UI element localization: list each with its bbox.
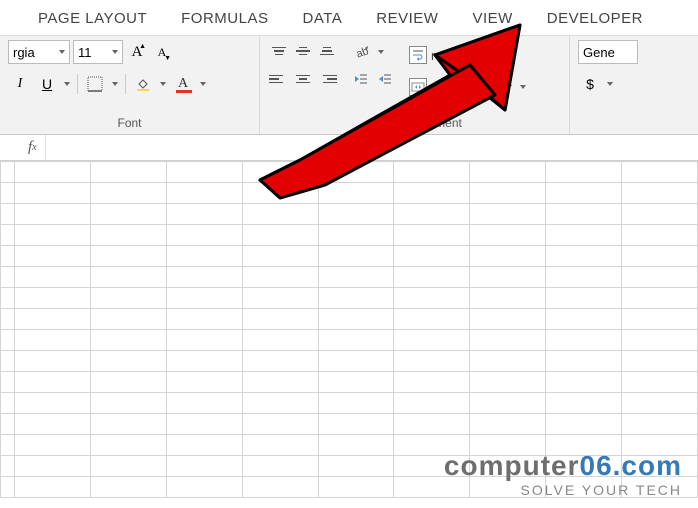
orientation-button[interactable]: ab [350,40,374,64]
indent-left-icon [353,71,369,87]
decrease-indent-button[interactable] [350,68,372,90]
decrease-font-button[interactable]: A ▼ [151,40,173,64]
fill-color-dropdown[interactable] [158,82,168,86]
wrap-text-icon [409,46,427,64]
wrap-text-button[interactable]: rap Text [404,40,531,70]
tab-view[interactable]: VIEW [472,10,512,27]
align-left-button[interactable] [268,68,290,90]
align-top-button[interactable] [268,40,290,62]
color-swatch [176,90,192,93]
orientation-icon: ab [354,44,370,60]
font-size-value: 11 [78,45,92,60]
align-middle-button[interactable] [292,40,314,62]
currency-button[interactable]: $ [578,72,602,96]
chevron-down-icon [59,50,65,54]
tab-formulas[interactable]: FORMULAS [181,10,268,27]
formula-input[interactable] [46,140,698,155]
align-bottom-button[interactable] [316,40,338,62]
wrap-text-label: rap Text [431,48,477,63]
group-label-alignment: Ament [268,116,561,132]
fill-color-button[interactable] [131,72,155,96]
merge-center-button[interactable]: erge & Center [404,72,531,102]
merge-center-label: erge & Center [431,80,512,95]
number-format-value: Gene [583,45,615,60]
italic-button[interactable]: I [8,72,32,96]
font-name-value: rgia [13,45,35,60]
watermark-brand-a: computer [444,450,580,481]
currency-dropdown[interactable] [605,82,615,86]
align-center-button[interactable] [292,68,314,90]
tab-data[interactable]: DATA [302,10,342,27]
tab-review[interactable]: REVIEW [376,10,438,27]
borders-button[interactable] [83,72,107,96]
tab-developer[interactable]: DEVELOPER [547,10,643,27]
increase-indent-button[interactable] [374,68,396,90]
font-size-dropdown[interactable]: 11 [73,40,123,64]
group-label-font: Font [8,116,251,132]
font-name-dropdown[interactable]: rgia [8,40,70,64]
indent-right-icon [377,71,393,87]
tab-page-layout[interactable]: PAGE LAYOUT [38,10,147,27]
svg-text:ab: ab [355,45,370,60]
separator [77,74,78,94]
chevron-down-icon [112,50,118,54]
ribbon: rgia 11 A ▲ A ▼ I U [0,35,698,135]
spreadsheet-grid[interactable] [0,161,698,498]
font-color-dropdown[interactable] [198,82,208,86]
separator [125,74,126,94]
chevron-down-icon [520,85,526,89]
increase-font-button[interactable]: A ▲ [126,40,148,64]
formula-bar [0,135,698,161]
watermark-sub: SOLVE YOUR TECH [444,482,682,498]
border-icon [87,76,103,92]
watermark: computer06.com SOLVE YOUR TECH [444,450,682,498]
align-right-button[interactable] [316,68,338,90]
watermark-brand-b: 06.com [580,450,683,481]
underline-button[interactable]: U [35,72,59,96]
number-format-dropdown[interactable]: Gene [578,40,638,64]
borders-dropdown[interactable] [110,82,120,86]
merge-icon [409,78,427,96]
underline-dropdown[interactable] [62,82,72,86]
orientation-dropdown[interactable] [376,40,386,64]
font-color-button[interactable]: A [171,72,195,96]
bucket-icon [135,76,151,92]
fx-icon[interactable] [20,135,46,160]
